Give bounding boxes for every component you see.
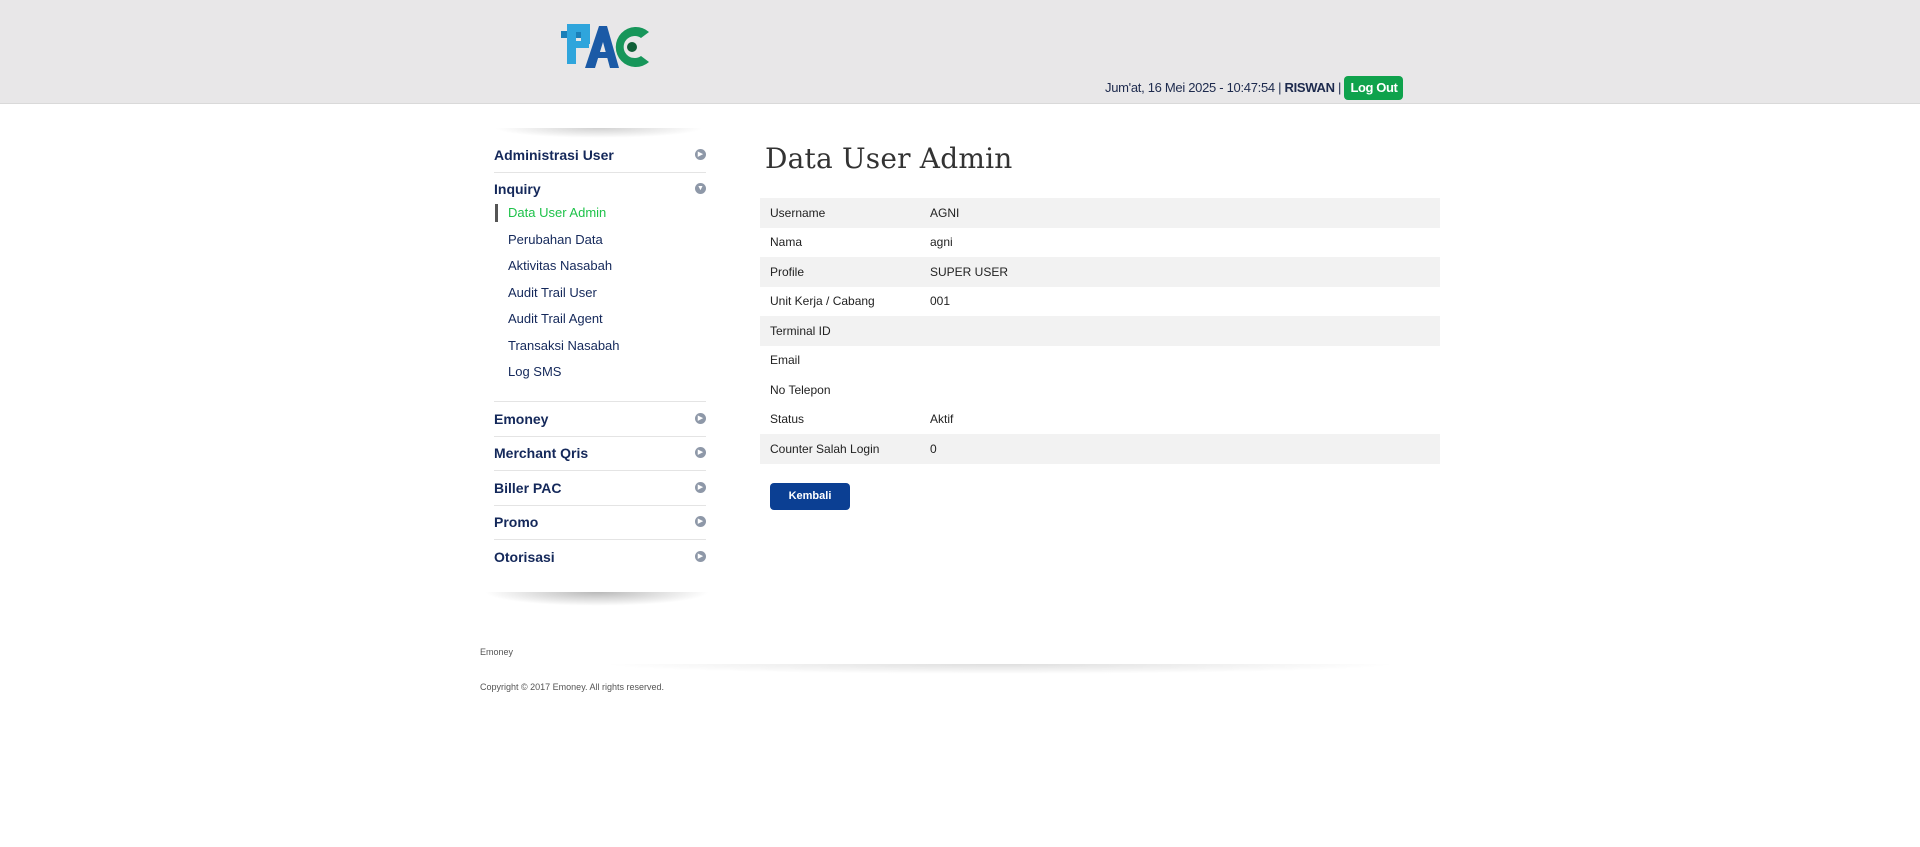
table-row: Status Aktif: [760, 405, 1440, 435]
pac-logo: [561, 24, 649, 68]
sidebar-section-administrasi-user[interactable]: Administrasi User ▶: [494, 138, 706, 173]
chevron-right-icon: ▶: [695, 516, 706, 527]
header-datetime: Jum'at, 16 Mei 2025 - 10:47:54: [1105, 80, 1275, 95]
table-row: Profile SUPER USER: [760, 257, 1440, 287]
footer-divider: [600, 664, 1400, 674]
field-label: Status: [770, 412, 805, 427]
sidebar-section-label: Administrasi User: [494, 147, 614, 163]
sidebar-section-label: Promo: [494, 514, 539, 530]
table-row: Email: [760, 346, 1440, 376]
field-label: No Telepon: [770, 382, 831, 397]
chevron-right-icon: ▶: [695, 413, 706, 424]
chevron-right-icon: ▶: [695, 447, 706, 458]
header-separator-2: |: [1338, 80, 1342, 95]
sidebar-item-transaksi-nasabah[interactable]: Transaksi Nasabah: [508, 337, 620, 355]
sidebar-section-emoney[interactable]: Emoney ▶: [494, 402, 706, 437]
field-label: Username: [760, 198, 930, 228]
field-label: Counter Salah Login: [760, 434, 930, 464]
active-item-indicator: [495, 204, 498, 222]
logout-button[interactable]: Log Out: [1344, 76, 1404, 100]
field-value: [930, 375, 1440, 405]
field-value: [930, 346, 1440, 376]
field-value: Aktif: [930, 412, 954, 427]
back-button[interactable]: Kembali: [770, 483, 850, 510]
sidebar-item-perubahan-data[interactable]: Perubahan Data: [508, 231, 603, 249]
sidebar-section-otorisasi[interactable]: Otorisasi ▶: [494, 540, 706, 574]
field-value: [930, 316, 1440, 346]
sidebar-item-log-sms[interactable]: Log SMS: [508, 363, 561, 381]
sidebar-section-label: Biller PAC: [494, 480, 562, 496]
field-value: AGNI: [930, 198, 1440, 228]
page-title: Data User Admin: [765, 142, 1013, 175]
table-row: Unit Kerja / Cabang 001: [760, 287, 1440, 317]
sidebar-section-promo[interactable]: Promo ▶: [494, 505, 706, 540]
field-label: Nama: [770, 235, 803, 250]
user-detail-table: Username AGNI Nama agni Profile SUPER US…: [760, 198, 1440, 464]
field-label: Profile: [760, 257, 930, 287]
chevron-right-icon: ▶: [695, 149, 706, 160]
sidebar-shadow-top: [494, 128, 704, 138]
field-label: Terminal ID: [760, 316, 930, 346]
field-value: agni: [930, 235, 953, 250]
sidebar-item-audit-trail-user[interactable]: Audit Trail User: [508, 284, 597, 302]
table-row: Username AGNI: [760, 198, 1440, 228]
table-row: Counter Salah Login 0: [760, 434, 1440, 464]
sidebar-section-biller-pac[interactable]: Biller PAC ▶: [494, 471, 706, 506]
field-value: 001: [930, 294, 951, 309]
sidebar-section-label: Emoney: [494, 411, 549, 427]
sidebar-section-label: Otorisasi: [494, 549, 555, 565]
sidebar-shadow-bottom: [484, 592, 710, 606]
table-row: No Telepon: [760, 375, 1440, 405]
footer-copyright: Copyright © 2017 Emoney. All rights rese…: [480, 682, 665, 692]
chevron-right-icon: ▶: [695, 551, 706, 562]
sidebar-item-aktivitas-nasabah[interactable]: Aktivitas Nasabah: [508, 257, 612, 275]
header-separator: |: [1278, 80, 1282, 95]
footer-app-name: Emoney: [480, 647, 514, 657]
sidebar-section-label: Inquiry: [494, 181, 541, 197]
top-header: Jum'at, 16 Mei 2025 - 10:47:54 | RISWAN …: [0, 0, 1920, 104]
sidebar-section-merchant-qris[interactable]: Merchant Qris ▶: [494, 436, 706, 471]
chevron-down-icon: ▼: [695, 183, 706, 194]
chevron-right-icon: ▶: [695, 482, 706, 493]
field-label: Unit Kerja / Cabang: [770, 294, 875, 309]
header-username: RISWAN: [1284, 80, 1336, 95]
sidebar-item-data-user-admin[interactable]: Data User Admin: [508, 204, 606, 222]
field-value: 0: [930, 434, 1440, 464]
header-user-info: Jum'at, 16 Mei 2025 - 10:47:54 | RISWAN …: [1105, 76, 1404, 100]
sidebar-item-audit-trail-agent[interactable]: Audit Trail Agent: [508, 310, 603, 328]
sidebar-section-inquiry[interactable]: Inquiry ▼: [494, 172, 706, 206]
sidebar-section-label: Merchant Qris: [494, 445, 589, 461]
table-row: Nama agni: [760, 228, 1440, 258]
field-label: Email: [770, 353, 801, 368]
table-row: Terminal ID: [760, 316, 1440, 346]
field-value: SUPER USER: [930, 257, 1440, 287]
